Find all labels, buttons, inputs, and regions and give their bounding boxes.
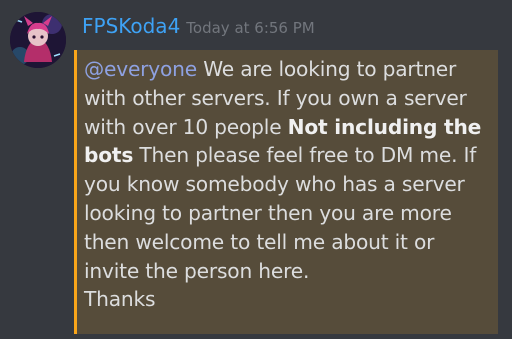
everyone-mention[interactable]: @everyone: [84, 57, 197, 81]
message-header: FPSKoda4 Today at 6:56 PM: [82, 14, 315, 44]
message-line: looking to partner then you are more: [84, 200, 452, 225]
message-line: then welcome to tell me about it or: [84, 229, 435, 254]
message-line: bots Then please feel free to DM me. If: [84, 141, 492, 170]
anime-avatar-icon: [10, 12, 66, 68]
message-content: @everyone We are looking to partner with…: [74, 50, 498, 334]
message-line: invite the person here.: [84, 258, 310, 283]
bold-text: Not including the: [287, 114, 482, 139]
message-line: with over 10 people Not including the: [84, 113, 492, 142]
message-line: with other servers. If you own a server: [84, 85, 467, 110]
message-line: @everyone We are looking to partner: [84, 55, 492, 84]
message-line: you know somebody who has a server: [84, 172, 465, 197]
message-line: Thanks: [84, 287, 156, 312]
avatar[interactable]: [10, 12, 66, 68]
bold-text: bots: [84, 143, 134, 168]
timestamp: Today at 6:56 PM: [186, 19, 315, 37]
message-text: We are looking to partner: [197, 57, 457, 81]
username[interactable]: FPSKoda4: [82, 14, 180, 38]
message-text: Then please feel free to DM me. If: [133, 143, 477, 168]
message-text: with over 10 people: [84, 114, 288, 139]
